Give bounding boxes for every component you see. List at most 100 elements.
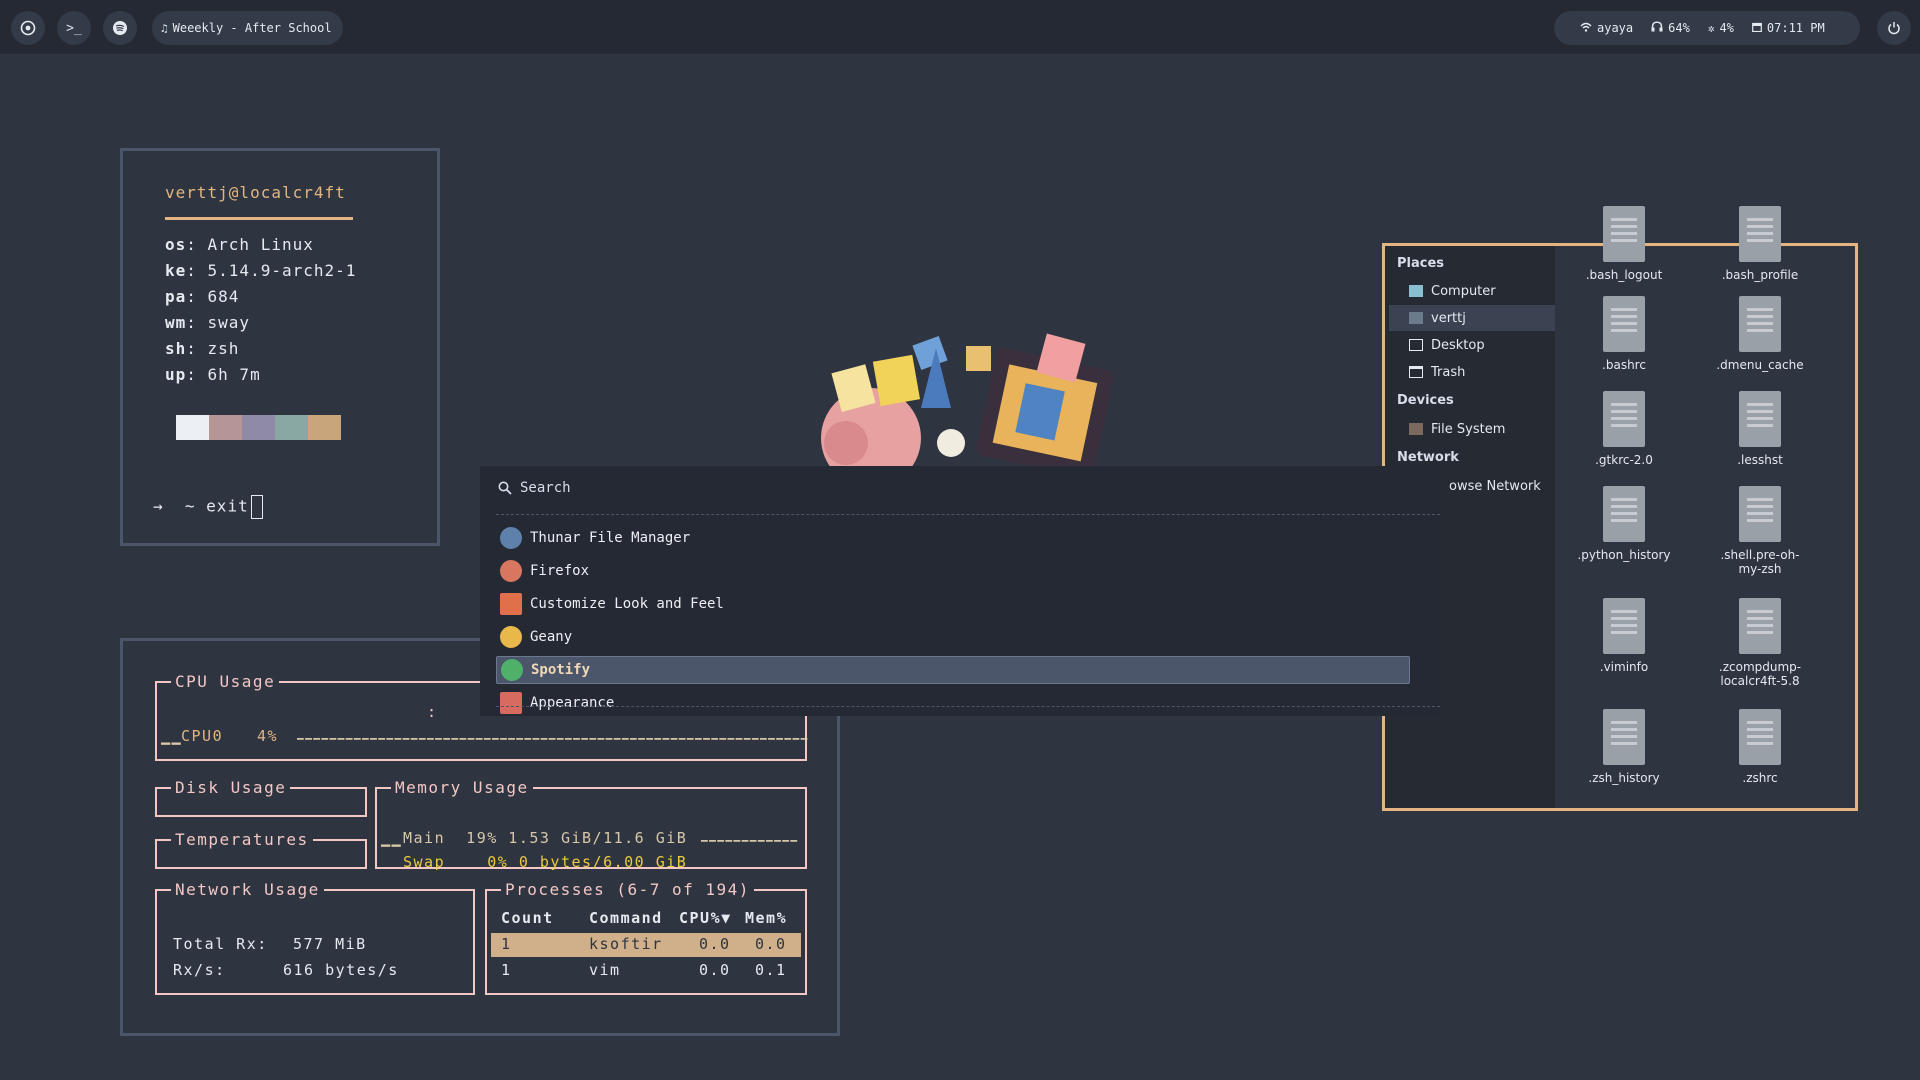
memory-graph: ▁▁▁▁▁▁▁▁▁▁▁▁ [701,829,799,842]
file-item[interactable]: .zcompdump- localcr4ft-5.8 [1695,598,1825,688]
memory-main: Main 19% 1.53 GiB/11.6 GiB [403,829,688,847]
volume-level[interactable]: 64% [1668,21,1690,35]
file-icon [1603,709,1645,765]
file-item[interactable]: .lesshst [1695,391,1825,467]
sidebar-item-trash[interactable]: Trash [1389,359,1555,385]
fetch-row-kernel: ke: 5.14.9-arch2-1 [165,261,357,280]
computer-icon [1409,285,1423,297]
thunar-app-icon [500,527,522,549]
memory-swap: Swap 0% 0 bytes/6.00 GiB [403,853,688,871]
file-icon [1739,709,1781,765]
prompt-command: ~ exit [184,496,249,516]
col-count[interactable]: Count [501,909,554,927]
thunar-file-manager-window[interactable]: Places Computer verttj Desktop Trash Dev… [1382,206,1858,811]
launcher-item-customize-look-and-feel[interactable]: Customize Look and Feel [496,590,1410,618]
cpu-usage-title: CPU Usage [171,672,280,692]
spotify-app-icon [501,659,523,681]
terminal-icon[interactable]: >_ [57,11,91,45]
search-icon [498,481,512,495]
launcher-search[interactable]: Search [498,480,571,496]
spotify-icon[interactable] [103,11,137,45]
file-icon [1739,296,1781,352]
rx-total-label: Total Rx: [173,935,268,953]
disk-usage-panel: Disk Usage [155,778,367,817]
col-cpu[interactable]: CPU%▼ [679,909,732,927]
file-item[interactable]: .gtkrc-2.0 [1559,391,1689,467]
prompt-arrow: → [153,496,164,516]
now-playing[interactable]: ♫ Weeekly - After School [152,11,343,45]
table-row[interactable]: 1 vim 0.0 0.1 [491,959,801,983]
col-mem[interactable]: Mem% [745,909,787,927]
file-icon [1603,391,1645,447]
fetch-row-wm: wm: sway [165,313,251,332]
swatch [308,415,341,440]
fetch-row-packages: pa: 684 [165,287,240,306]
color-swatches [176,415,341,440]
file-item[interactable]: .bashrc [1559,296,1689,372]
fetch-row-shell: sh: zsh [165,339,240,358]
swatch [242,415,275,440]
processes-title: Processes (6-7 of 194) [501,880,754,900]
shell-prompt[interactable]: → ~ exit [153,495,263,519]
firefox-app-icon [500,560,522,582]
now-playing-text: Weeekly - After School [172,21,332,35]
launcher-item-firefox[interactable]: Firefox [496,557,1410,585]
file-icon [1603,598,1645,654]
app-launcher[interactable]: Search Thunar File Manager Firefox Custo… [480,466,1440,716]
swatch [176,415,209,440]
launcher-item-spotify[interactable]: Spotify [496,656,1410,684]
launcher-item-geany[interactable]: Geany [496,623,1410,651]
divider [496,514,1440,515]
status-tray: ayaya 64% ✲ 4% 07:11 PM [1554,11,1860,45]
sidebar-item-home[interactable]: verttj [1389,305,1555,331]
file-item[interactable]: .zsh_history [1559,709,1689,785]
memory-usage-title: Memory Usage [391,778,533,798]
network-usage-panel: Network Usage Total Rx: 577 MiB Rx/s: 61… [155,880,475,995]
trash-icon [1409,366,1423,378]
table-row[interactable]: 1 ksoftir 0.0 0.0 [491,933,801,957]
file-item[interactable]: .bash_logout [1559,206,1689,282]
rx-rate-value: 616 bytes/s [283,961,399,979]
brightness-level[interactable]: 4% [1719,21,1733,35]
rx-total-value: 577 MiB [293,935,367,953]
calendar-icon [1751,22,1762,35]
lxappearance-app-icon [500,593,522,615]
clock[interactable]: 07:11 PM [1767,21,1825,35]
home-icon [1409,312,1423,324]
disk-usage-title: Disk Usage [171,778,291,798]
swatch [275,415,308,440]
wallpaper-art [821,333,1114,468]
launcher-item-thunar[interactable]: Thunar File Manager [496,524,1410,552]
text-cursor [250,495,263,519]
cpu-spark-left: ▁▁ [161,727,183,745]
file-icon [1739,391,1781,447]
swatch [209,415,242,440]
geany-app-icon [500,626,522,648]
wifi-ssid[interactable]: ayaya [1597,21,1633,35]
cpu-core-percent: 4% [257,727,279,745]
fetch-row-uptime: up: 6h 7m [165,365,261,384]
file-item[interactable]: .viminfo [1559,598,1689,674]
terminal-glyph: >_ [66,20,82,36]
fetch-terminal-window[interactable]: verttj@localcr4ft os: Arch Linux ke: 5.1… [120,148,440,546]
sidebar-item-computer[interactable]: Computer [1389,278,1555,304]
file-item[interactable]: .shell.pre-oh- my-zsh [1695,486,1825,576]
appearance-app-icon [500,692,522,714]
search-input[interactable]: Search [520,480,571,496]
chrome-icon[interactable] [11,11,45,45]
desktop-icon [1409,339,1423,351]
fetch-user-host: verttj@localcr4ft [165,183,346,202]
sidebar-item-desktop[interactable]: Desktop [1389,332,1555,358]
network-header: Network [1397,450,1459,465]
launcher-item-appearance[interactable]: Appearance [496,689,1410,717]
file-item[interactable]: .zshrc [1695,709,1825,785]
file-item[interactable]: .python_history [1559,486,1689,562]
fetch-underline [165,217,353,220]
col-command[interactable]: Command [589,909,663,927]
file-icon [1739,206,1781,262]
file-item[interactable]: .dmenu_cache [1695,296,1825,372]
power-icon[interactable] [1877,11,1911,45]
sidebar-item-filesystem[interactable]: File System [1389,416,1555,442]
file-item[interactable]: .bash_profile [1695,206,1825,282]
processes-panel: Processes (6-7 of 194) Count Command CPU… [485,880,807,995]
